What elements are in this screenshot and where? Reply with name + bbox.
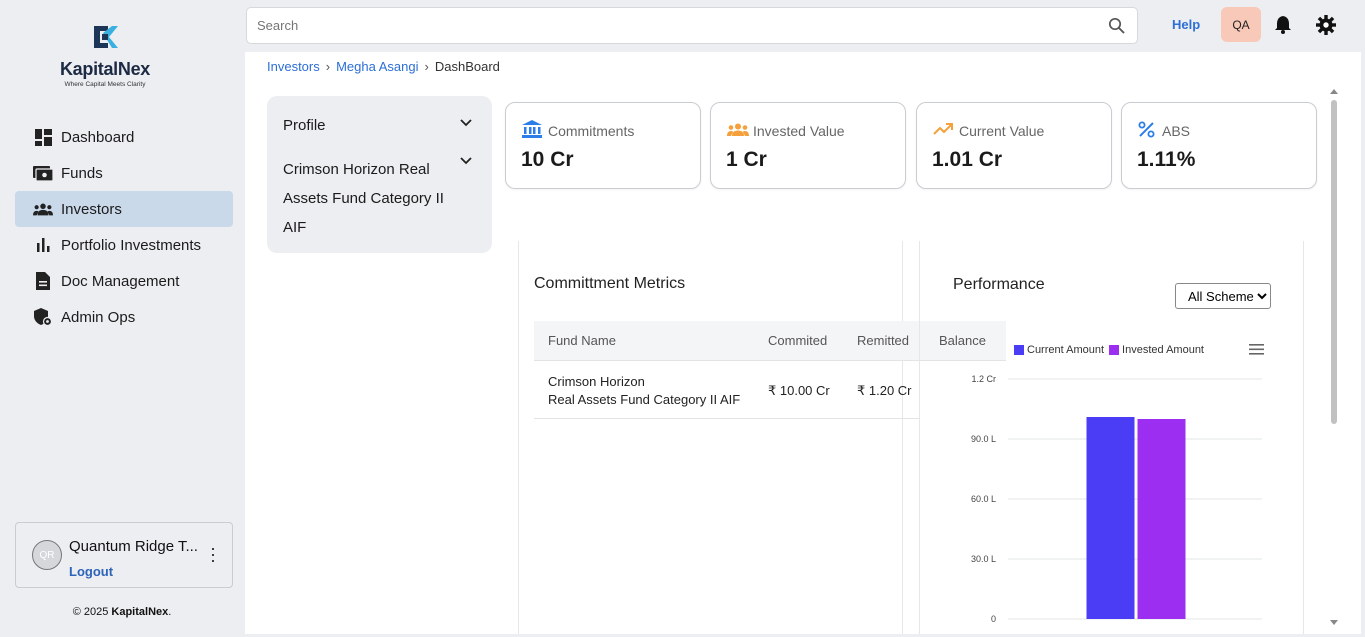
bar-chart-icon <box>33 236 53 254</box>
y-tick-label: 30.0 L <box>971 554 996 564</box>
card-value: 1 Cr <box>726 148 767 171</box>
logo-mark-icon <box>94 26 118 48</box>
sidebar-item-portfolio-investments[interactable]: Portfolio Investments <box>15 227 233 263</box>
investors-icon <box>33 200 53 218</box>
sidebar-item-funds[interactable]: Funds <box>15 155 233 191</box>
user-badge[interactable]: QA <box>1221 7 1261 42</box>
sidebar-item-label: Doc Management <box>61 272 180 290</box>
brand-logo[interactable]: KapitalNex Where Capital Meets Clarity <box>50 22 160 88</box>
avatar[interactable]: QR <box>32 540 62 570</box>
performance-panel: Performance All Schemes Current Amount I… <box>919 241 1304 634</box>
breadcrumb-investor-name[interactable]: Megha Asangi <box>336 59 418 74</box>
scroll-up-icon[interactable] <box>1330 88 1338 94</box>
funds-icon <box>33 164 53 182</box>
current-value-card: Current Value 1.01 Cr <box>916 102 1112 189</box>
shield-icon <box>33 308 53 326</box>
y-tick-label: 0 <box>991 614 996 624</box>
scroll-down-icon[interactable] <box>1330 620 1338 626</box>
gear-icon[interactable] <box>1316 15 1336 35</box>
card-label: Commitments <box>548 123 635 139</box>
remitted-cell: ₹ 1.20 Cr <box>857 383 912 398</box>
sidebar-item-label: Portfolio Investments <box>61 236 202 254</box>
fund-name-line: Crimson Horizon Real <box>283 161 430 178</box>
profile-toggle[interactable]: Profile <box>283 117 473 134</box>
main-content: Investors › Megha Asangi › DashBoard Profile… <box>245 52 1361 634</box>
breadcrumb-separator: › <box>325 59 331 74</box>
breadcrumb-separator: › <box>424 59 429 74</box>
sidebar-item-label: Funds <box>61 164 103 182</box>
profile-panel: Profile Crimson Horizon Real Assets Fund… <box>267 96 492 253</box>
sidebar-item-doc-management[interactable]: Doc Management <box>15 263 233 299</box>
sidebar: KapitalNex Where Capital Meets Clarity D… <box>0 0 244 637</box>
card-label: Invested Value <box>753 123 845 139</box>
y-tick-label: 90.0 L <box>971 434 996 444</box>
chevron-down-icon[interactable] <box>460 157 472 165</box>
sidebar-nav: Dashboard Funds Investors Portfolio Inve… <box>15 119 233 335</box>
bell-icon[interactable] <box>1274 15 1292 34</box>
card-label: ABS <box>1162 123 1191 139</box>
breadcrumb: Investors › Megha Asangi › DashBoard <box>267 59 500 74</box>
trending-up-icon <box>933 123 953 135</box>
profile-label: Profile <box>283 117 326 134</box>
group-icon <box>727 123 749 136</box>
search-icon[interactable] <box>1108 17 1125 34</box>
fund-toggle[interactable]: Crimson Horizon Real Assets Fund Categor… <box>283 155 444 242</box>
bar-current-amount[interactable] <box>1086 417 1135 619</box>
fund-name-line: AIF <box>283 219 307 236</box>
fund-name-line: Assets Fund Category II <box>283 190 444 207</box>
column-header-commited[interactable]: Commited <box>768 333 827 348</box>
copyright-brand: KapitalNex <box>111 606 169 618</box>
logout-link[interactable]: Logout <box>69 564 113 579</box>
performance-chart: 0 30.0 L 60.0 L 90.0 L 1.2 Cr <box>971 374 1262 624</box>
search-bar <box>246 7 1138 44</box>
dashboard-icon <box>33 128 53 146</box>
sidebar-item-label: Admin Ops <box>61 308 136 326</box>
more-options-icon[interactable]: · · · <box>210 539 216 569</box>
table-row[interactable]: Crimson Horizon Real Assets Fund Categor… <box>534 361 920 419</box>
scrollbar[interactable] <box>1329 88 1341 628</box>
copyright-suffix: . <box>168 606 172 618</box>
sidebar-item-dashboard[interactable]: Dashboard <box>15 119 233 155</box>
fund-name-cell: Crimson Horizon <box>548 374 645 389</box>
brand-tagline: Where Capital Meets Clarity <box>64 81 146 88</box>
sidebar-item-investors[interactable]: Investors <box>15 191 233 227</box>
abs-card: ABS 1.11% <box>1121 102 1317 189</box>
search-input[interactable] <box>257 18 1077 33</box>
metrics-title: Committment Metrics <box>534 275 686 292</box>
document-icon <box>33 272 53 290</box>
card-value: 1.11% <box>1137 148 1196 171</box>
copyright: © 2025 KapitalNex. <box>0 606 244 618</box>
breadcrumb-investors[interactable]: Investors <box>267 59 320 74</box>
column-header-remitted[interactable]: Remitted <box>857 333 909 348</box>
sidebar-item-admin-ops[interactable]: Admin Ops <box>15 299 233 335</box>
commitment-metrics-panel: Committment Metrics Fund Name Commited R… <box>518 241 1006 634</box>
column-header-fund-name[interactable]: Fund Name <box>548 333 616 348</box>
fund-name-cell: Real Assets Fund Category II AIF <box>548 392 741 407</box>
scrollbar-thumb[interactable] <box>1331 100 1337 424</box>
sidebar-item-label: Investors <box>61 200 122 218</box>
percent-icon <box>1138 121 1155 138</box>
card-value: 10 Cr <box>521 148 574 171</box>
card-value: 1.01 Cr <box>932 148 1003 171</box>
breadcrumb-current: DashBoard <box>434 59 500 74</box>
commitments-card: Commitments 10 Cr <box>505 102 701 189</box>
invested-value-card: Invested Value 1 Cr <box>710 102 906 189</box>
user-name: Quantum Ridge T... <box>69 538 198 555</box>
copyright-prefix: © 2025 <box>72 606 112 618</box>
commited-cell: ₹ 10.00 Cr <box>768 383 830 398</box>
user-card: QR Quantum Ridge T... Logout · · · <box>15 522 233 588</box>
y-tick-label: 60.0 L <box>971 494 996 504</box>
card-label: Current Value <box>959 123 1045 139</box>
sidebar-item-label: Dashboard <box>61 128 135 146</box>
bar-invested-amount[interactable] <box>1137 419 1186 619</box>
y-tick-label: 1.2 Cr <box>971 374 996 384</box>
brand-name: KapitalNex <box>59 59 151 79</box>
chevron-down-icon[interactable] <box>460 119 472 127</box>
help-link[interactable]: Help <box>1172 17 1200 32</box>
bank-icon <box>522 120 542 138</box>
